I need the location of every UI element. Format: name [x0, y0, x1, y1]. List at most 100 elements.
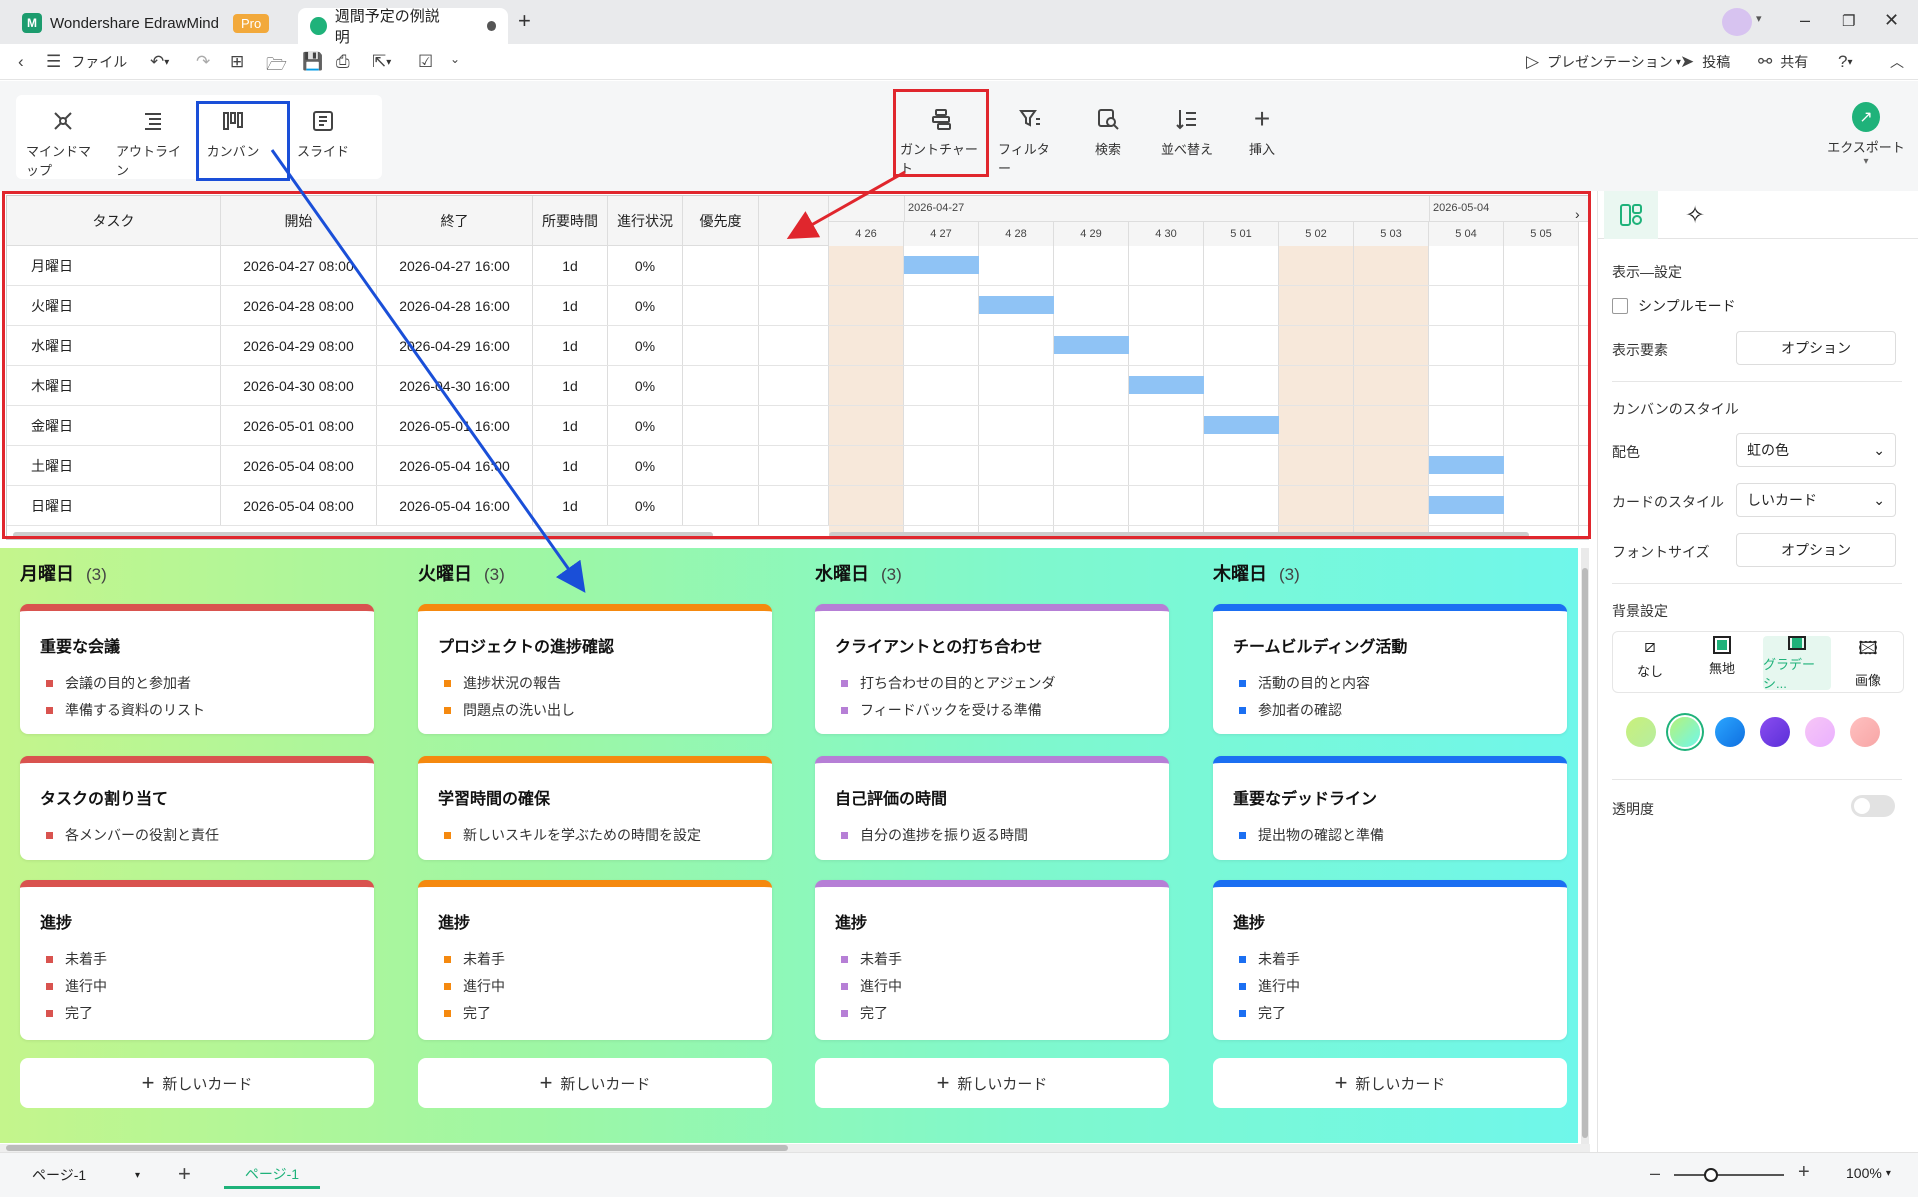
gantt-cell-start[interactable]: 2026-04-27 08:00 [221, 246, 377, 286]
file-menu[interactable]: ☰ ファイル [46, 52, 127, 72]
gantt-cell-end[interactable]: 2026-05-04 16:00 [377, 446, 533, 486]
close-icon[interactable]: ✕ [1884, 10, 1899, 31]
sort-button[interactable]: 並べ替え [1152, 105, 1222, 158]
gantt-task-bar[interactable] [1054, 336, 1129, 354]
unsaved-dot-icon[interactable] [486, 21, 496, 31]
gantt-header-cell[interactable]: タスク [7, 196, 221, 246]
gantt-task-bar[interactable] [1129, 376, 1204, 394]
pro-badge[interactable]: Pro [232, 13, 270, 33]
simple-mode-checkbox[interactable] [1612, 298, 1628, 314]
gantt-cell-dur[interactable]: 1d [533, 286, 608, 326]
gantt-cell-priority[interactable] [683, 246, 759, 286]
font-size-option-button[interactable]: オプション [1736, 533, 1896, 567]
post-button[interactable]: ➤ 投稿 [1680, 52, 1730, 72]
vertical-scrollbar-thumb[interactable] [1582, 568, 1588, 1138]
gantt-task-bar[interactable] [979, 296, 1054, 314]
kanban-column-title[interactable]: 月曜日 (3) [20, 560, 107, 586]
new-card-button[interactable]: + 新しいカード [20, 1058, 374, 1108]
help-icon[interactable]: ? ▾ [1838, 52, 1853, 72]
print-icon[interactable]: ⎙ [336, 52, 350, 72]
zoom-level[interactable]: 100% ▾ [1846, 1165, 1891, 1181]
add-page-plus-icon[interactable]: + [178, 1161, 191, 1187]
gantt-header-cell[interactable]: 終了 [377, 196, 533, 246]
vertical-scrollbar[interactable] [1581, 548, 1589, 1144]
checkbox-icon[interactable]: ☑ [418, 52, 433, 72]
gantt-cell-task[interactable]: 木曜日 [7, 366, 221, 406]
gantt-cell-priority[interactable] [683, 406, 759, 446]
export-button[interactable]: ↗ エクスポート ▾ [1824, 102, 1908, 167]
kanban-card[interactable]: 進捗 未着手 進行中 完了 [815, 880, 1169, 1040]
new-card-button[interactable]: + 新しいカード [1213, 1058, 1567, 1108]
bg-image-button[interactable]: 🖾 画像 [1835, 636, 1901, 690]
restore-icon[interactable]: ❐ [1842, 12, 1855, 30]
simple-mode-row[interactable]: シンプルモード [1612, 296, 1736, 316]
app-tab[interactable]: M Wondershare EdrawMind Pro [10, 6, 281, 40]
gantt-cell-task[interactable]: 火曜日 [7, 286, 221, 326]
gantt-cell-task[interactable]: 日曜日 [7, 486, 221, 526]
gantt-header-cell[interactable]: 進行状況 [608, 196, 683, 246]
search-button[interactable]: 検索 [1076, 105, 1140, 158]
new-card-button[interactable]: + 新しいカード [418, 1058, 772, 1108]
gantt-cell-empty[interactable] [759, 446, 829, 486]
horizontal-scrollbar[interactable] [0, 1144, 1590, 1152]
gantt-cell-end[interactable]: 2026-04-28 16:00 [377, 286, 533, 326]
gradient-swatch-pink[interactable] [1805, 717, 1835, 747]
gantt-task-bar[interactable] [1429, 456, 1504, 474]
gantt-cell-dur[interactable]: 1d [533, 446, 608, 486]
zoom-out-icon[interactable]: – [1650, 1163, 1660, 1184]
new-file-icon[interactable]: ⊞ [230, 52, 244, 72]
more-chevron-icon[interactable]: ⌄ [450, 52, 460, 66]
gantt-cell-prog[interactable]: 0% [608, 286, 683, 326]
document-tab[interactable]: 週間予定の例説明 [298, 8, 508, 46]
gantt-cell-empty[interactable] [759, 326, 829, 366]
card-style-select[interactable]: しいカード ⌄ [1736, 483, 1896, 517]
kanban-card[interactable]: 進捗 未着手 進行中 完了 [1213, 880, 1567, 1040]
bg-plain-button[interactable]: 無地 [1689, 636, 1755, 690]
gantt-cell-prog[interactable]: 0% [608, 246, 683, 286]
gradient-swatch-salmon[interactable] [1850, 717, 1880, 747]
open-folder-icon[interactable]: 🗁 [266, 52, 287, 81]
gantt-task-bar[interactable] [904, 256, 979, 274]
gantt-cell-prog[interactable]: 0% [608, 406, 683, 446]
gantt-task-bar[interactable] [1204, 416, 1279, 434]
gantt-cell-empty[interactable] [759, 406, 829, 446]
gantt-header-cell[interactable]: 開始 [221, 196, 377, 246]
gantt-cell-start[interactable]: 2026-05-04 08:00 [221, 486, 377, 526]
gantt-cell-end[interactable]: 2026-04-27 16:00 [377, 246, 533, 286]
kanban-column-title[interactable]: 火曜日 (3) [418, 560, 505, 586]
new-tab-plus-icon[interactable]: + [518, 8, 531, 34]
gantt-cell-priority[interactable] [683, 446, 759, 486]
gantt-cell-task[interactable]: 水曜日 [7, 326, 221, 366]
gantt-cell-prog[interactable]: 0% [608, 326, 683, 366]
gantt-cell-prog[interactable]: 0% [608, 366, 683, 406]
gantt-cell-prog[interactable]: 0% [608, 446, 683, 486]
kanban-card[interactable]: 重要なデッドライン 提出物の確認と準備 [1213, 756, 1567, 860]
gantt-task-bar[interactable] [1429, 496, 1504, 514]
gantt-cell-end[interactable]: 2026-04-29 16:00 [377, 326, 533, 366]
page-tab[interactable]: ページ-1 [224, 1161, 320, 1189]
bg-gradient-button[interactable]: グラデーシ... [1763, 636, 1831, 691]
gantt-cell-start[interactable]: 2026-04-30 08:00 [221, 366, 377, 406]
save-icon[interactable]: 💾 [302, 52, 323, 72]
zoom-slider[interactable] [1674, 1168, 1784, 1182]
undo-icon[interactable]: ↶ ▾ [150, 52, 169, 72]
new-card-button[interactable]: + 新しいカード [815, 1058, 1169, 1108]
gantt-cell-dur[interactable]: 1d [533, 366, 608, 406]
zoom-in-icon[interactable]: + [1798, 1161, 1810, 1184]
bg-none-button[interactable]: ⧄ なし [1617, 636, 1683, 690]
gantt-cell-priority[interactable] [683, 286, 759, 326]
outline-view-button[interactable]: アウトライン [116, 107, 190, 179]
color-scheme-select[interactable]: 虹の色 ⌄ [1736, 433, 1896, 467]
export-share-icon[interactable]: ⇱ ▾ [372, 52, 391, 72]
kanban-card[interactable]: チームビルディング活動 活動の目的と内容 参加者の確認 [1213, 604, 1567, 734]
gantt-cell-start[interactable]: 2026-05-01 08:00 [221, 406, 377, 446]
back-icon[interactable]: ‹ [18, 52, 24, 72]
kanban-card[interactable]: 重要な会議 会議の目的と参加者 準備する資料のリスト [20, 604, 374, 734]
share-button[interactable]: ⚯ 共有 [1758, 52, 1808, 72]
gantt-cell-task[interactable]: 金曜日 [7, 406, 221, 446]
ai-tab[interactable]: ✧ [1668, 191, 1722, 239]
gantt-cell-end[interactable]: 2026-05-04 16:00 [377, 486, 533, 526]
mindmap-view-button[interactable]: マインドマップ [26, 107, 100, 179]
gantt-timeline-scrollbar[interactable] [829, 532, 1529, 538]
gantt-cell-empty[interactable] [759, 366, 829, 406]
